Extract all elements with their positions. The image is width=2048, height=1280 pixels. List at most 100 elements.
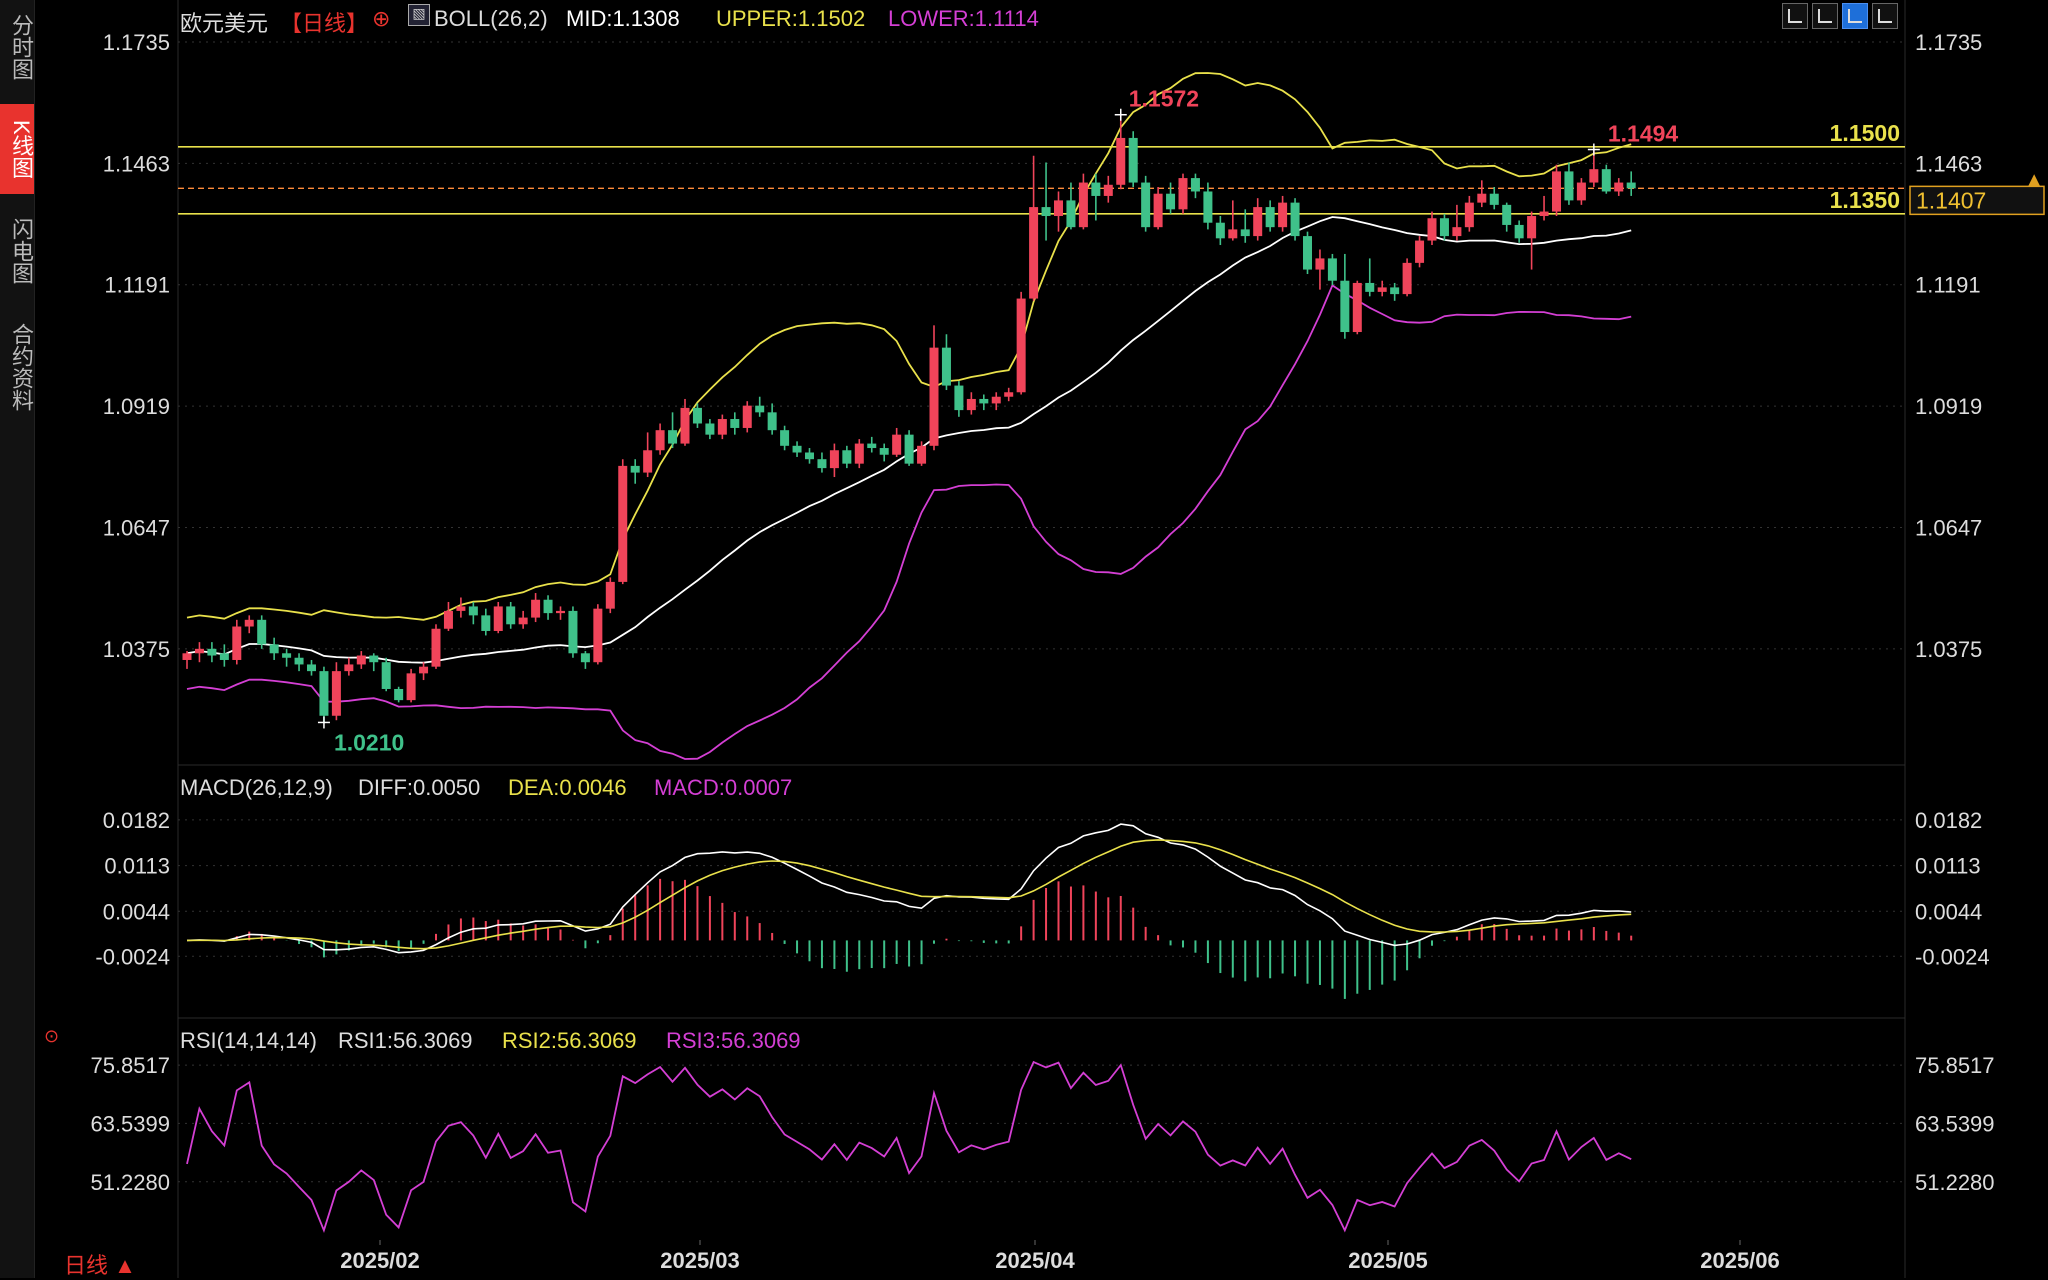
macd-ytick-right: 0.0182 [1915, 808, 1982, 833]
candle-body [344, 664, 354, 672]
macd-ytick-right: 0.0044 [1915, 899, 1982, 924]
candle-body [1601, 169, 1611, 192]
candle-body [381, 662, 391, 689]
candle-body [1128, 137, 1138, 183]
candle-body [829, 450, 839, 469]
candle-body [1253, 207, 1263, 237]
rsi-ytick-right: 63.5399 [1915, 1111, 1995, 1136]
horizontal-level-label: 1.1350 [1830, 187, 1900, 213]
boll-upper-line [186, 72, 1632, 621]
candle-body [1290, 202, 1300, 237]
candle-body [1054, 200, 1063, 217]
candle-body [1539, 211, 1549, 217]
rsi-ytick-left: 63.5399 [90, 1111, 170, 1136]
price-ytick-right: 1.1191 [1915, 273, 1981, 298]
candle-body [1390, 287, 1400, 295]
x-tick-label: 2025/06 [1700, 1248, 1780, 1273]
candle-body [419, 666, 429, 674]
rsi-settings-icon[interactable]: ⊙ [44, 1026, 59, 1047]
candle-body [1576, 182, 1586, 201]
candle-body [1041, 207, 1051, 217]
price-ytick-left: 1.1191 [104, 273, 170, 298]
candle-body [307, 664, 316, 672]
candle-body [1203, 191, 1213, 223]
candle-body [207, 648, 217, 656]
candle-body [1327, 258, 1337, 281]
hline-layer: 1.1500 1.1350 1.1407 ▲ [178, 120, 2045, 216]
candle-body [730, 419, 740, 428]
rsi3-label: RSI3:56.3069 [666, 1028, 801, 1053]
candle-body [1153, 193, 1163, 228]
macd-ytick-left: -0.0024 [95, 944, 170, 969]
candle-body [867, 443, 877, 449]
candle-body [531, 599, 541, 618]
line-chart-tool-icon[interactable] [1842, 3, 1868, 29]
candle-body [1103, 184, 1113, 196]
candle-body [780, 430, 790, 446]
candle-body [1091, 182, 1101, 196]
candle-layer: 1.1572 1.0210 1.1494 [182, 86, 1678, 755]
price-ytick-left: 1.0375 [103, 637, 170, 662]
candle-body [1502, 204, 1512, 225]
candle-body [468, 606, 478, 616]
candle-body [792, 445, 802, 453]
candle-body [568, 610, 578, 654]
chart-canvas[interactable]: 1.1500 1.1350 1.1407 ▲ 1.1572 1.0210 1.1494 1… [0, 0, 2048, 1278]
macd-value-label: MACD:0.0007 [654, 775, 793, 800]
candle-body [1340, 280, 1350, 333]
candle-body [630, 465, 640, 473]
candle-body [493, 606, 503, 631]
candle-body [1265, 207, 1275, 228]
last-price-arrow-icon: ▲ [2028, 169, 2041, 188]
bar-chart-tool-icon[interactable] [1812, 3, 1838, 29]
candle-body [680, 407, 690, 444]
candle-body [194, 648, 204, 654]
candle-body [443, 610, 453, 629]
overlay-tool-icon[interactable] [1872, 3, 1898, 29]
candle-body [1278, 202, 1288, 228]
candle-body [481, 615, 491, 631]
macd-ytick-left: 0.0182 [103, 808, 170, 833]
candle-body [618, 465, 628, 582]
macd-ytick-left: 0.0044 [103, 899, 170, 924]
candle-body [892, 434, 902, 455]
candle-body [643, 450, 653, 473]
candle-body [991, 396, 1001, 404]
candle-body [705, 423, 715, 435]
candle-body [1477, 193, 1487, 203]
candle-body [1352, 282, 1362, 333]
candle-body [319, 671, 329, 716]
rsi-layer [186, 1060, 1632, 1233]
indicator-switch-icon[interactable]: ▧ [408, 4, 430, 26]
rsi2-label: RSI2:56.3069 [502, 1028, 637, 1053]
crosshair-tool-icon[interactable] [1782, 3, 1808, 29]
macd-dea-line [186, 839, 1632, 950]
period-selector[interactable]: 日线 ▲ [64, 1248, 136, 1280]
macd-diff-line [186, 823, 1632, 954]
candle-body [1514, 224, 1524, 239]
candle-body [1029, 207, 1039, 299]
candle-body [817, 459, 827, 469]
last-price-tag-label: 1.1407 [1916, 187, 1986, 213]
candle-body [331, 671, 341, 716]
candle-body [1066, 200, 1076, 228]
price-ytick-left: 1.0647 [103, 515, 170, 540]
candle-body [1427, 218, 1437, 241]
price-ytick-right: 1.0375 [1915, 637, 1982, 662]
candle-body [929, 347, 939, 446]
candle-body [1415, 240, 1425, 263]
candle-body [879, 448, 889, 455]
symbol-name: 欧元美元 [180, 11, 269, 36]
candle-body [1402, 262, 1412, 295]
settings-crosshair-icon[interactable]: ⊕ [372, 6, 390, 32]
candle-body [506, 606, 516, 625]
macd-dea-label: DEA:0.0046 [508, 775, 627, 800]
candle-body [1439, 218, 1449, 237]
candle-body [356, 655, 366, 665]
candle-body [979, 398, 989, 404]
candle-body [580, 653, 590, 663]
candle-body [1489, 193, 1499, 205]
rsi-ytick-right: 51.2280 [1915, 1170, 1995, 1195]
candle-body [1589, 169, 1599, 183]
candle-body [1614, 182, 1624, 192]
